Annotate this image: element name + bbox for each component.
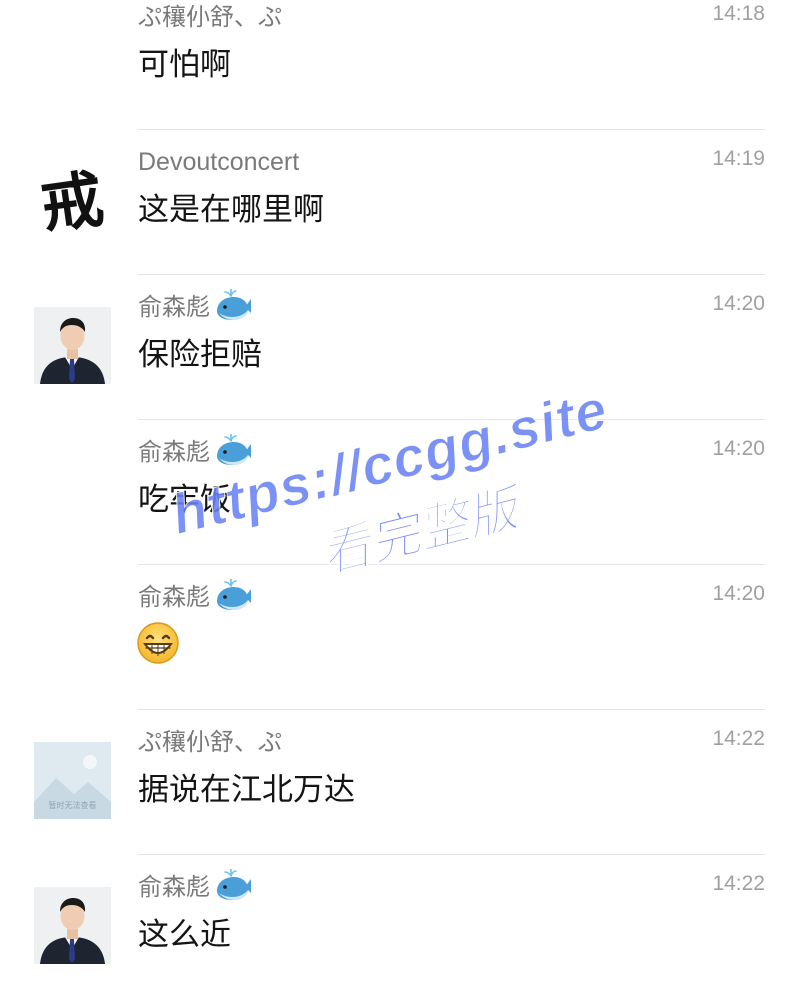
sender-name[interactable]: ぷ穰仦舒、ぷ [138,726,282,758]
message-content: 俞森彪 14:20 吃牢饭 [138,420,765,565]
message-item[interactable]: 戒 Devoutconcert 14:19 这是在哪里啊 [0,130,800,275]
message-time: 14:22 [712,727,765,750]
message-time: 14:18 [712,2,765,25]
whale-emoji-icon [217,434,251,465]
placeholder-image-avatar-icon: 暂时无法查看 [34,742,111,819]
calligraphy-avatar-icon: 戒 [34,162,111,239]
avatar[interactable]: 戒 [34,162,111,239]
message-time: 14:20 [712,582,765,605]
sender-name[interactable]: 俞森彪 [138,579,252,613]
message-item[interactable]: 俞森彪 14:20 [0,565,800,710]
message-content: 俞森彪 14:20 保险拒赔 [138,275,765,420]
whale-emoji-icon [217,579,251,610]
message-content: ぷ穰仦舒、ぷ 14:18 可怕啊 [138,0,765,130]
sender-name-text: Devoutconcert [138,148,300,176]
sender-name[interactable]: 俞森彪 [138,869,252,903]
man-in-suit-avatar-icon [34,887,111,964]
message-text: 可怕啊 [138,47,231,83]
avatar[interactable]: 暂时无法查看 [34,742,111,819]
message-text: 保险拒赔 [138,337,262,373]
sender-name-text: ぷ穰仦舒、ぷ [138,3,282,31]
message-item[interactable]: ぷ穰仦舒、ぷ 14:18 可怕啊 [0,0,800,130]
message-content: Devoutconcert 14:19 这是在哪里啊 [138,130,765,275]
message-item[interactable]: 暂时无法查看 ぷ穰仦舒、ぷ 14:22 据说在江北万达 [0,710,800,855]
sender-name[interactable]: Devoutconcert [138,146,299,178]
message-time: 14:20 [712,437,765,460]
message-content: ぷ穰仦舒、ぷ 14:22 据说在江北万达 [138,710,765,855]
message-text: 据说在江北万达 [138,772,355,808]
message-item[interactable]: 俞森彪 14:20 吃牢饭 [0,420,800,565]
avatar[interactable] [34,887,111,964]
message-item[interactable]: 俞森彪 14:22 这么近 [0,855,800,1000]
whale-emoji-icon [217,289,251,320]
message-text: 这么近 [138,917,231,953]
whale-emoji-icon [217,869,251,900]
sender-name-text: ぷ穰仦舒、ぷ [138,728,282,756]
message-time: 14:19 [712,147,765,170]
sender-name[interactable]: ぷ穰仦舒、ぷ [138,1,282,33]
sender-name[interactable]: 俞森彪 [138,434,252,468]
avatar-calligraphy-char: 戒 [36,162,108,239]
message-content: 俞森彪 14:22 这么近 [138,855,765,1000]
message-text: 这是在哪里啊 [138,192,324,228]
sender-name-text: 俞森彪 [138,873,210,901]
message-time: 14:22 [712,872,765,895]
sender-name[interactable]: 俞森彪 [138,289,252,323]
avatar-placeholder-caption: 暂时无法查看 [49,800,97,810]
sender-name-text: 俞森彪 [138,293,210,321]
man-in-suit-avatar-icon [34,307,111,384]
message-text: 吃牢饭 [138,482,231,518]
grinning-face-emoji-icon [136,621,180,669]
sender-name-text: 俞森彪 [138,438,210,466]
message-time: 14:20 [712,292,765,315]
message-item[interactable]: 俞森彪 14:20 保险拒赔 [0,275,800,420]
avatar[interactable] [34,307,111,384]
message-content: 俞森彪 14:20 [136,565,765,710]
sender-name-text: 俞森彪 [138,583,210,611]
